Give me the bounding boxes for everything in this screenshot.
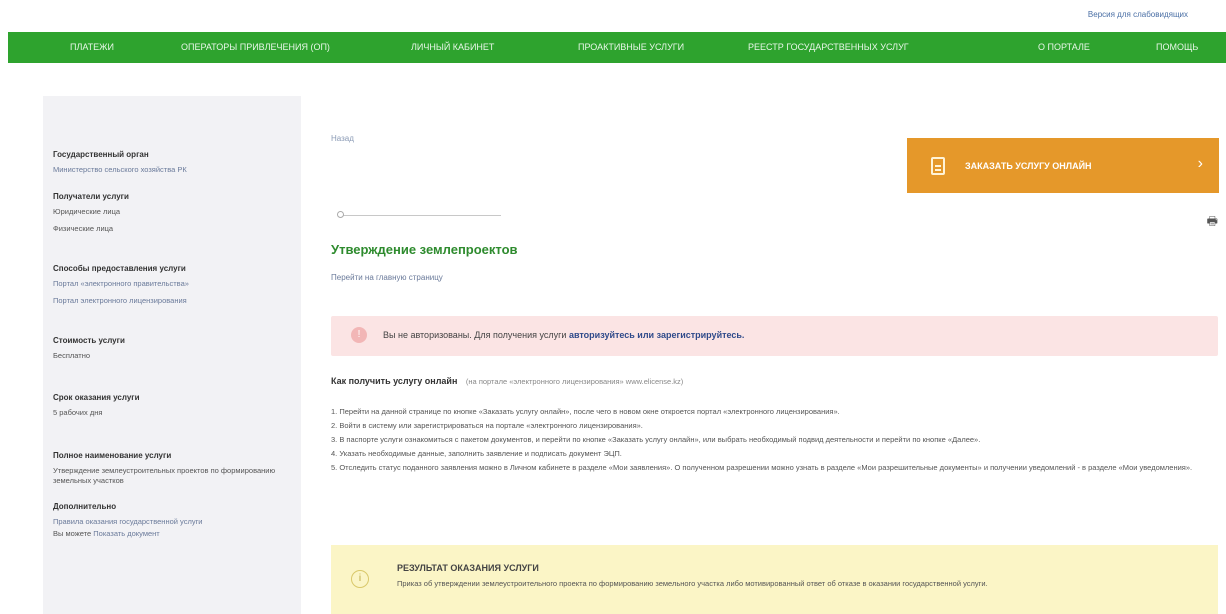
nav-item-help[interactable]: Помощь (1156, 42, 1198, 52)
service-result-box: i Результат оказания услуги Приказ об ут… (331, 545, 1218, 614)
nav-item-about[interactable]: О портале (1038, 42, 1090, 52)
print-icon[interactable]: 🖶 (1207, 212, 1218, 233)
list-item: 3. В паспорте услуги ознакомиться с паке… (331, 435, 981, 444)
result-title: Результат оказания услуги (397, 563, 539, 573)
nav-item-proactive[interactable]: Проактивные услуги (578, 42, 684, 52)
sidebar-heading: Полное наименование услуги (53, 451, 172, 460)
nav-item-operators[interactable]: Операторы привлечения (ОП) (181, 42, 330, 52)
nav-item-payments[interactable]: Платежи (70, 42, 114, 52)
sidebar-rules-link[interactable]: Правила оказания государственной услуги (53, 517, 293, 526)
sidebar-value: Юридические лица (53, 207, 121, 216)
rating-dot-icon (337, 211, 344, 218)
sidebar-recipients: Получатели услуги Юридические лица Физич… (53, 192, 293, 241)
sidebar-heading: Срок оказания услуги (53, 393, 140, 402)
list-item: 5. Отследить статус поданного заявления … (331, 463, 1193, 472)
show-document-link[interactable]: Показать документ (93, 529, 159, 538)
list-item: 2. Войти в систему или зарегистрироватьс… (331, 421, 643, 430)
howto-steps: 1. Перейти на данной странице по кнопке … (331, 406, 1218, 476)
sidebar-heading: Получатели услуги (53, 192, 129, 201)
result-body: Приказ об утверждении землеустроительног… (397, 579, 988, 588)
sidebar-extra-prefix: Вы можете (53, 529, 92, 538)
sidebar-term: Срок оказания услуги 5 рабочих дня (53, 393, 293, 425)
sidebar-organ-link[interactable]: Министерство сельского хозяйства РК (53, 165, 293, 174)
sidebar-organ: Государственный орган Министерство сельс… (53, 150, 293, 182)
breadcrumb-back-link[interactable]: Назад (331, 134, 354, 143)
divider (341, 215, 501, 216)
order-button-label: Заказать услугу онлайн (965, 160, 1092, 171)
howto-heading: Как получить услугу онлайн (на портале «… (331, 376, 683, 386)
sidebar-methods: Способы предоставления услуги Портал «эл… (53, 264, 293, 313)
login-register-link[interactable]: авторизуйтесь или зарегистрируйтесь. (569, 330, 744, 340)
auth-alert: ! Вы не авторизованы. Для получения услу… (331, 316, 1218, 356)
sidebar-heading: Способы предоставления услуги (53, 264, 186, 273)
howto-note: (на портале «электронного лицензирования… (465, 377, 684, 386)
sidebar-extra: Дополнительно Правила оказания государст… (53, 502, 293, 546)
chevron-right-icon: › (1197, 155, 1203, 172)
document-icon (931, 156, 945, 175)
sidebar-heading: Дополнительно (53, 502, 117, 511)
sidebar-heading: Государственный орган (53, 150, 149, 159)
sidebar-cost: Стоимость услуги Бесплатно (53, 336, 293, 368)
warning-icon: ! (351, 327, 367, 343)
sidebar-value: Вы можете Показать документ (53, 529, 293, 538)
main-content: Назад Заказать услугу онлайн › 🖶 Утвержд… (331, 96, 1219, 614)
sidebar-heading: Стоимость услуги (53, 336, 125, 345)
order-service-online-button[interactable]: Заказать услугу онлайн › (907, 138, 1219, 193)
sidebar-value: Бесплатно (53, 351, 91, 360)
list-item: 4. Указать необходимые данные, заполнить… (331, 449, 622, 458)
nav-item-cabinet[interactable]: Личный кабинет (411, 42, 494, 52)
auth-alert-message: Вы не авторизованы. Для получения услуги (383, 330, 567, 340)
sidebar-value: Физические лица (53, 224, 114, 233)
sidebar-fullname: Полное наименование услуги Утверждение з… (53, 451, 293, 494)
sidebar-value: 5 рабочих дня (53, 408, 103, 417)
sidebar-method-link[interactable]: Портал «электронного правительства» (53, 279, 293, 288)
accessibility-link[interactable]: Версия для слабовидящих (1088, 10, 1188, 19)
auth-alert-text: Вы не авторизованы. Для получения услуги… (383, 330, 744, 340)
home-link[interactable]: Перейти на главную страницу (331, 273, 443, 282)
howto-title: Как получить услугу онлайн (331, 376, 458, 386)
page-title: Утверждение землепроектов (331, 242, 518, 257)
list-item: 1. Перейти на данной странице по кнопке … (331, 407, 840, 416)
nav-item-registry[interactable]: Реестр государственных услуг (748, 42, 909, 52)
main-nav: Платежи Операторы привлечения (ОП) Личны… (8, 32, 1226, 63)
sidebar-method-link[interactable]: Портал электронного лицензирования (53, 296, 293, 305)
info-icon: i (351, 570, 369, 588)
service-info-sidebar: Государственный орган Министерство сельс… (43, 96, 301, 614)
sidebar-value: Утверждение землеустроительных проектов … (53, 466, 276, 485)
